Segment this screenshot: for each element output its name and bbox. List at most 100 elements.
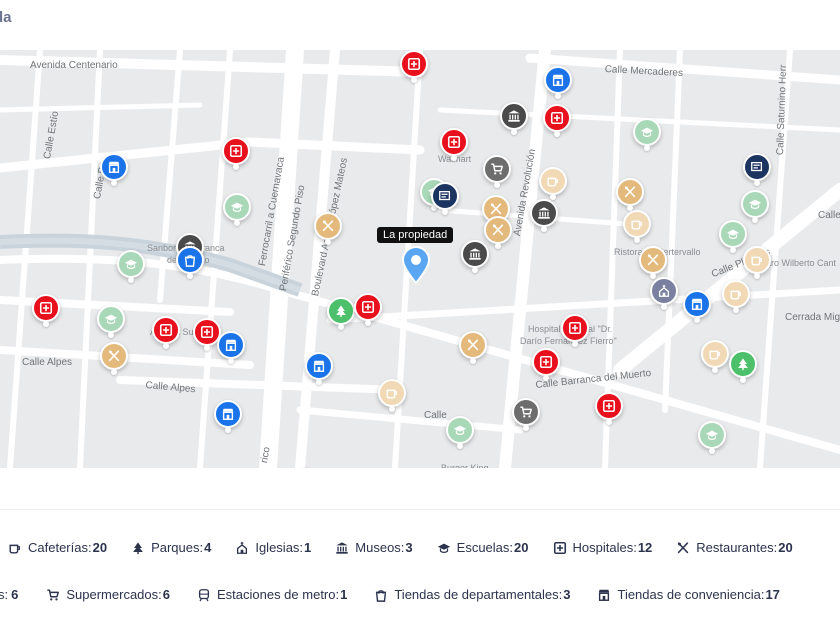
legend-count: 20 — [778, 540, 793, 555]
convenience-marker[interactable] — [100, 153, 128, 186]
cafe-marker[interactable] — [378, 379, 406, 412]
legend-label: Hospitales: — [572, 540, 637, 555]
metro-school-marker[interactable] — [743, 153, 771, 186]
museum-marker[interactable] — [461, 240, 489, 273]
legend-count: 1 — [340, 587, 348, 602]
museum-icon — [335, 541, 349, 555]
park-marker[interactable] — [327, 297, 355, 330]
convenience-marker[interactable] — [544, 66, 572, 99]
park-marker[interactable] — [729, 350, 757, 383]
legend-item-museum: Museos: 3 — [335, 540, 413, 555]
dept-store-icon — [374, 588, 388, 602]
restaurant-marker[interactable] — [100, 342, 128, 375]
hospital-marker[interactable] — [32, 294, 60, 327]
restaurant-marker[interactable] — [484, 216, 512, 249]
park-icon — [131, 541, 145, 555]
legend-item-dept-store: Tiendas de departamentales: 3 — [374, 587, 570, 602]
legend-count: 12 — [637, 540, 653, 555]
school-marker[interactable] — [446, 416, 474, 449]
convenience-icon — [691, 298, 703, 310]
museum-marker[interactable] — [530, 199, 558, 232]
school-icon — [230, 202, 244, 212]
legend-count: 6 — [162, 587, 170, 602]
supermarket-icon — [491, 163, 503, 175]
cafe-marker[interactable] — [701, 340, 729, 373]
legend-label: Supermercados: — [66, 587, 162, 602]
school-icon — [104, 314, 118, 324]
hospital-marker[interactable] — [532, 348, 560, 381]
hospital-marker[interactable] — [561, 314, 589, 347]
legend-label: Parques: — [151, 540, 204, 555]
cafe-marker[interactable] — [623, 210, 651, 243]
restaurant-icon — [676, 541, 690, 555]
dept-store-marker[interactable] — [176, 246, 204, 279]
museum-marker[interactable] — [500, 102, 528, 135]
hospital-marker[interactable] — [400, 50, 428, 83]
church-icon — [235, 541, 249, 555]
convenience-icon — [552, 74, 564, 86]
supermarket-marker[interactable] — [512, 398, 540, 431]
restaurant-marker[interactable] — [639, 246, 667, 279]
hospital-marker[interactable] — [543, 104, 571, 137]
convenience-marker[interactable] — [214, 400, 242, 433]
metro-school-marker[interactable] — [431, 182, 459, 215]
property-marker-icon[interactable] — [401, 246, 431, 289]
cafe-marker[interactable] — [722, 280, 750, 313]
convenience-icon — [597, 588, 611, 602]
convenience-icon — [313, 360, 325, 372]
cafe-icon — [8, 541, 22, 555]
hospital-icon — [447, 135, 461, 149]
school-marker[interactable] — [223, 193, 251, 226]
cafe-icon — [730, 290, 741, 300]
hospital-icon — [550, 111, 564, 125]
hospital-marker[interactable] — [354, 293, 382, 326]
school-marker[interactable] — [719, 220, 747, 253]
park-icon — [336, 305, 346, 318]
section-divider — [0, 509, 840, 510]
restaurant-marker[interactable] — [459, 331, 487, 364]
legend-item-convenience: Tiendas de conveniencia: 17 — [597, 587, 780, 602]
supermarket-marker[interactable] — [483, 155, 511, 188]
convenience-marker[interactable] — [305, 352, 333, 385]
convenience-icon — [108, 161, 120, 173]
neighborhood-map[interactable]: Avenida Centenario Calle Mercaderes Calle … — [0, 50, 840, 468]
hospital-icon — [39, 301, 53, 315]
convenience-icon — [225, 339, 237, 351]
hospital-marker[interactable] — [595, 392, 623, 425]
street-label: Calle Alpes — [22, 357, 73, 368]
restaurant-marker[interactable] — [616, 178, 644, 211]
street-label: Avenida Centenario — [30, 60, 118, 71]
school-marker[interactable] — [741, 190, 769, 223]
hospital-icon — [407, 57, 421, 71]
school-icon — [453, 425, 467, 435]
convenience-marker[interactable] — [217, 331, 245, 364]
metro-school-icon — [751, 161, 763, 172]
school-marker[interactable] — [633, 118, 661, 151]
restaurant-marker[interactable] — [314, 212, 342, 245]
legend-item-church: Iglesias: 1 — [235, 540, 311, 555]
cafe-marker[interactable] — [539, 167, 567, 200]
hospital-icon — [361, 300, 375, 314]
legend-label: Tiendas de conveniencia: — [617, 587, 765, 602]
hospital-marker[interactable] — [152, 316, 180, 349]
school-marker[interactable] — [698, 421, 726, 454]
street-label: Cerrada Mig — [785, 312, 840, 323]
hospital-marker[interactable] — [440, 128, 468, 161]
hospital-icon — [568, 321, 582, 335]
legend-item-school: Escuelas: 20 — [437, 540, 529, 555]
hospital-icon — [553, 541, 567, 555]
street-label: Calle — [424, 410, 447, 421]
legend-row-2: s: 6 Supermercados: 6 Estaciones de metro… — [0, 587, 807, 602]
school-icon — [640, 127, 654, 137]
church-marker[interactable] — [650, 277, 678, 310]
convenience-marker[interactable] — [683, 290, 711, 323]
restaurant-icon — [647, 254, 659, 266]
cafe-icon — [751, 256, 762, 266]
restaurant-icon — [108, 350, 120, 362]
school-marker[interactable] — [97, 305, 125, 338]
hospital-marker[interactable] — [222, 137, 250, 170]
cafe-marker[interactable] — [743, 246, 771, 279]
school-marker[interactable] — [117, 250, 145, 283]
hospital-icon — [539, 355, 553, 369]
cafe-icon — [631, 220, 642, 230]
